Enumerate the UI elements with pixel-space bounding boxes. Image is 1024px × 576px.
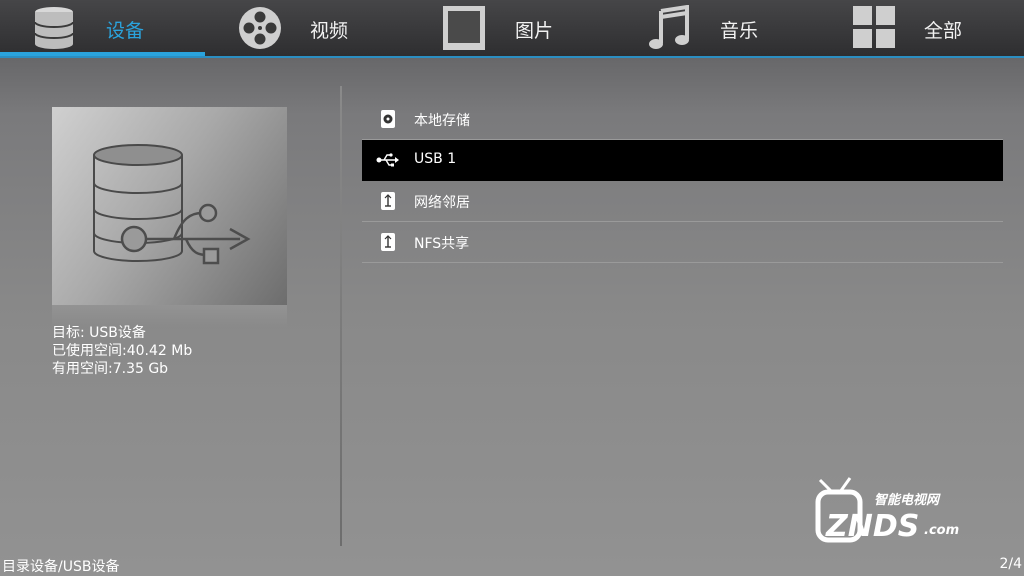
picture-frame-icon (443, 6, 485, 50)
tab-all[interactable]: 全部 (820, 0, 1024, 56)
network-share-icon (381, 192, 395, 210)
znds-logo: 智能电视网 ZNDS .com (815, 477, 959, 544)
usb-icon (376, 153, 399, 167)
device-info: 目标: USB设备 已使用空间:40.42 Mb 有用空间:7.35 Gb (52, 324, 192, 378)
top-tab-bar: 设备 视频 图片 音乐 全部 (0, 0, 1024, 58)
logo-text-main: ZNDS (825, 509, 919, 544)
list-item-label: 网络邻居 (414, 195, 470, 211)
tab-label: 音乐 (720, 20, 759, 42)
grid-icon (853, 6, 895, 48)
logo-text-top: 智能电视网 (874, 492, 941, 508)
hard-disk-icon (381, 110, 395, 128)
breadcrumb: 目录设备/USB设备 (2, 559, 120, 575)
list-item-label: NFS共享 (414, 236, 470, 252)
list-item-nfs-share[interactable]: NFS共享 (362, 222, 1003, 263)
list-item-label: 本地存储 (414, 113, 470, 129)
device-list: 本地存储 USB 1 网络邻居 NFS共享 (362, 99, 1003, 263)
list-item-network-neighbors[interactable]: 网络邻居 (362, 181, 1003, 222)
tab-label: 图片 (515, 20, 554, 42)
nfs-share-icon (381, 233, 395, 251)
tab-pictures[interactable]: 图片 (410, 0, 615, 56)
logo-text-domain: .com (924, 523, 959, 538)
usb-database-icon (93, 144, 251, 265)
active-tab-indicator (0, 52, 205, 56)
list-item-local-storage[interactable]: 本地存储 (362, 99, 1003, 140)
list-item-usb1[interactable]: USB 1 (362, 140, 1003, 181)
target-label: 目标: USB设备 (52, 325, 146, 341)
page-indicator: 2/4 (999, 556, 1022, 572)
database-icon (34, 7, 74, 49)
tab-label: 全部 (924, 20, 963, 42)
tab-music[interactable]: 音乐 (615, 0, 820, 56)
free-space-label: 有用空间:7.35 Gb (52, 361, 169, 377)
pane-divider (340, 86, 342, 546)
tab-video[interactable]: 视频 (205, 0, 410, 56)
film-reel-icon (239, 7, 281, 49)
tab-label: 视频 (310, 20, 349, 42)
music-note-icon (649, 5, 689, 49)
tab-label: 设备 (106, 20, 145, 42)
used-space-label: 已使用空间:40.42 Mb (52, 343, 193, 359)
tab-devices[interactable]: 设备 (0, 0, 205, 56)
list-item-label: USB 1 (414, 151, 457, 167)
device-preview-image (52, 107, 287, 305)
